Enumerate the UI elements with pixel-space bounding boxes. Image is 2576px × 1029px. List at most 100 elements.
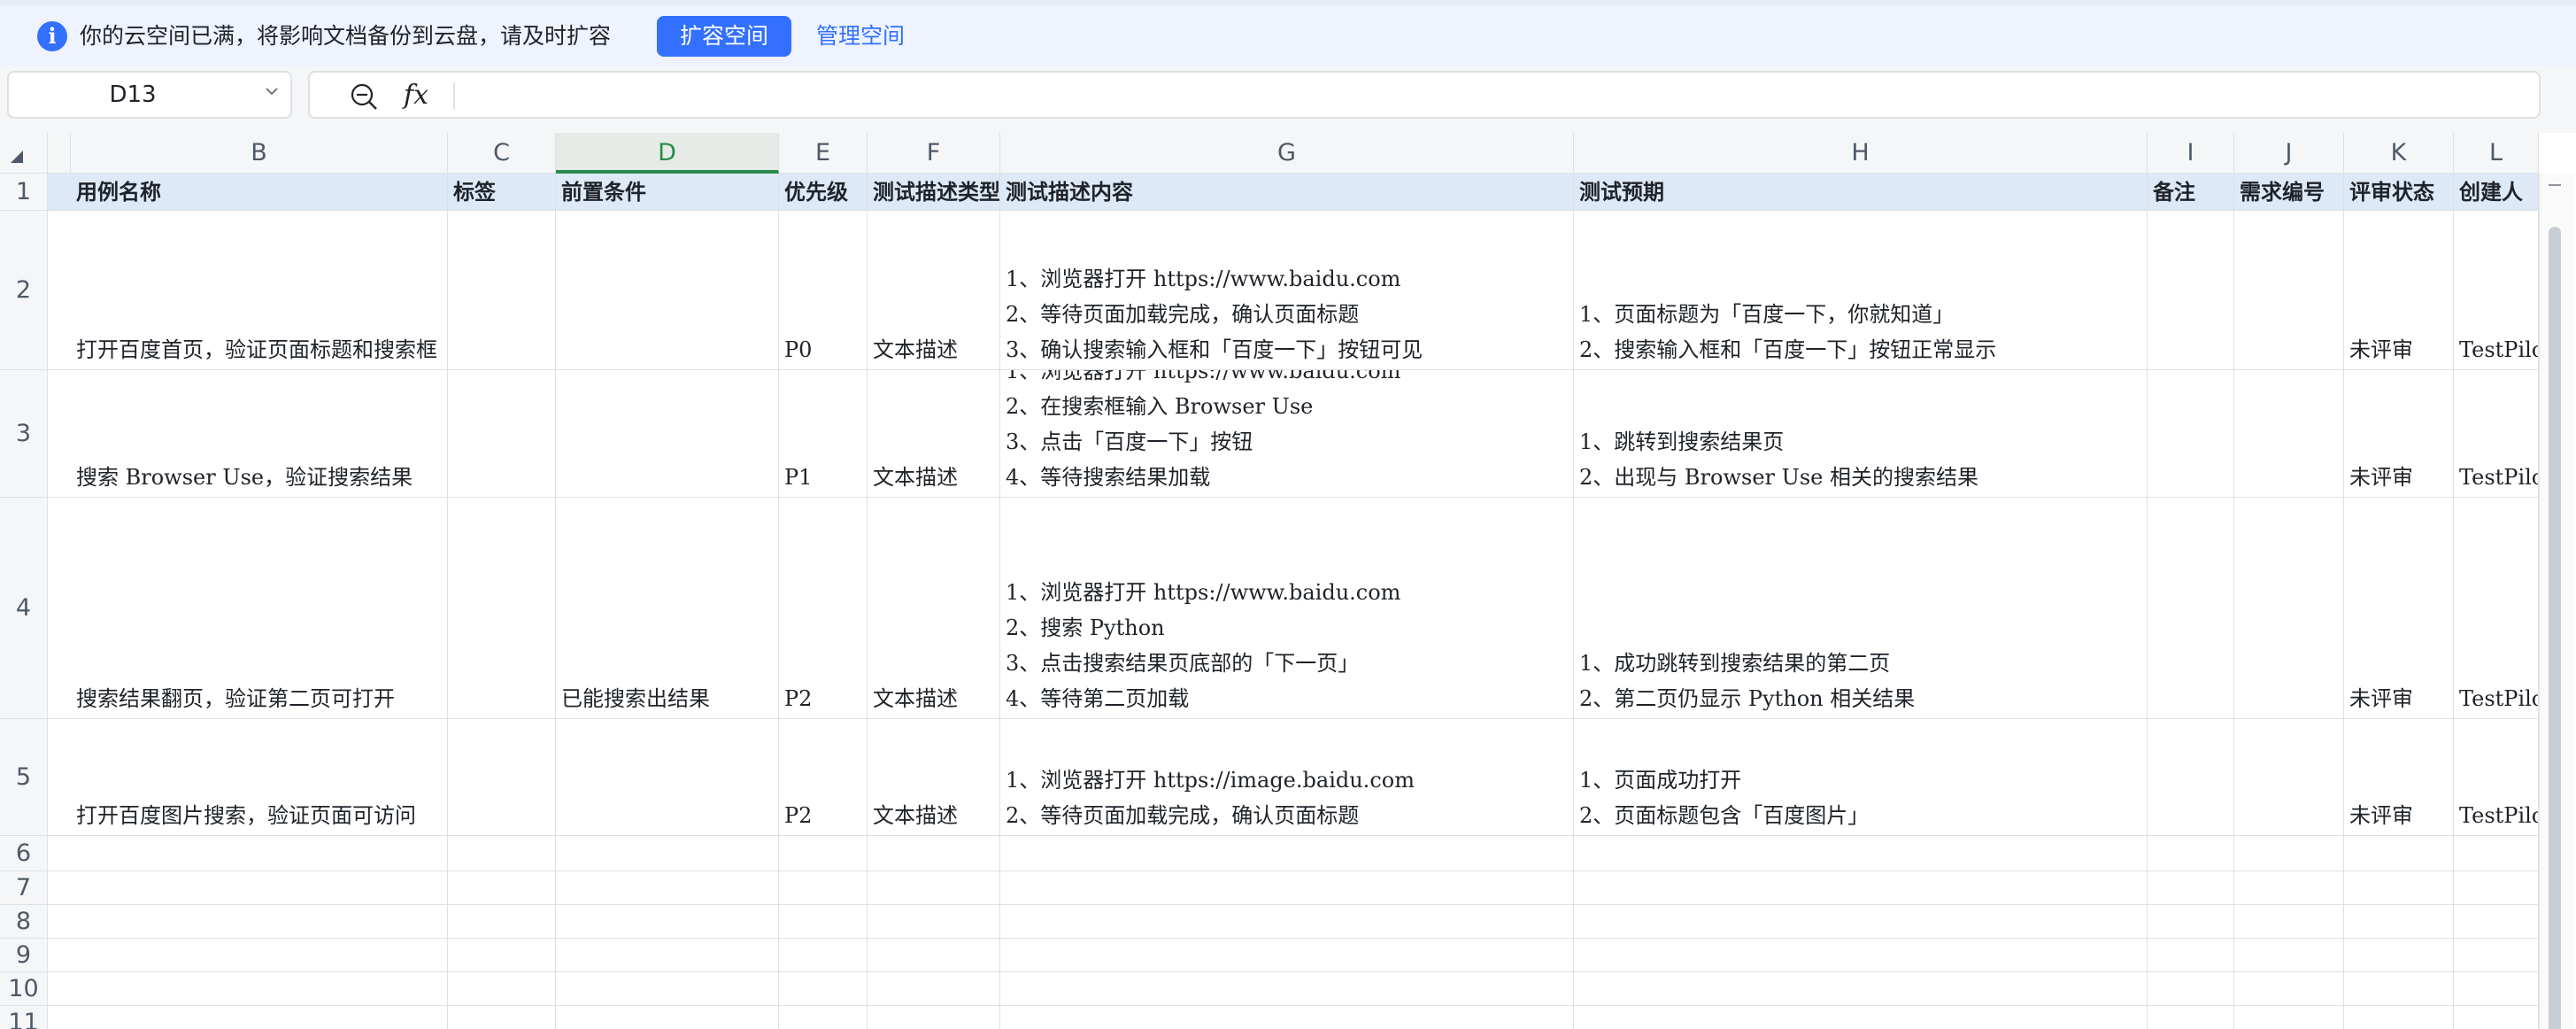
select-all-corner[interactable] <box>0 133 48 174</box>
cell[interactable] <box>448 1006 556 1029</box>
cell[interactable] <box>1000 972 1574 1006</box>
cell[interactable] <box>48 836 448 871</box>
row-header-7[interactable]: 7 <box>0 871 48 905</box>
cell[interactable]: 1、浏览器打开 https://image.baidu.com 2、等待页面加载完… <box>1000 719 1574 836</box>
cell[interactable] <box>2234 836 2344 871</box>
cell[interactable]: 搜索结果翻页，验证第二页可打开 <box>48 498 448 719</box>
cell[interactable] <box>2148 871 2234 905</box>
cell[interactable] <box>2454 905 2539 939</box>
cell[interactable] <box>2148 211 2234 370</box>
cell[interactable] <box>2148 719 2234 836</box>
cell[interactable] <box>556 939 779 972</box>
cell[interactable] <box>1000 1006 1574 1029</box>
header-cell[interactable]: 备注 <box>2148 174 2234 211</box>
cell[interactable] <box>556 972 779 1006</box>
row-header-4[interactable]: 4 <box>0 498 48 719</box>
column-header-c[interactable]: C <box>448 133 556 174</box>
cell[interactable] <box>556 905 779 939</box>
cell[interactable] <box>2234 719 2344 836</box>
row-header-11[interactable]: 11 <box>0 1006 48 1029</box>
cell[interactable] <box>2234 871 2344 905</box>
cell[interactable] <box>2454 939 2539 972</box>
cell[interactable] <box>2454 972 2539 1006</box>
cell[interactable] <box>1574 871 2148 905</box>
cell[interactable] <box>2148 972 2234 1006</box>
scrollbar-thumb[interactable] <box>2549 227 2561 1029</box>
cell[interactable]: 1、浏览器打开 https://www.baidu.com 2、在搜索框输入 Br… <box>1000 370 1574 498</box>
cell[interactable]: TestPilot <box>2454 719 2539 836</box>
cell[interactable]: 未评审 <box>2344 370 2454 498</box>
cell[interactable] <box>2344 1006 2454 1029</box>
cell[interactable] <box>1574 905 2148 939</box>
cell[interactable]: 未评审 <box>2344 719 2454 836</box>
cell[interactable] <box>2344 871 2454 905</box>
cell[interactable]: P1 <box>779 370 868 498</box>
column-header-e[interactable]: E <box>779 133 868 174</box>
cell[interactable] <box>1000 836 1574 871</box>
cell[interactable] <box>448 370 556 498</box>
cell[interactable] <box>868 972 1000 1006</box>
function-icon[interactable]: fx <box>404 78 428 113</box>
cell[interactable] <box>448 498 556 719</box>
cell[interactable] <box>2344 836 2454 871</box>
cell[interactable] <box>2344 972 2454 1006</box>
cell[interactable] <box>48 972 448 1006</box>
header-cell[interactable]: 评审状态 <box>2344 174 2454 211</box>
cell[interactable]: 1、成功跳转到搜索结果的第二页 2、第二页仍显示 Python 相关结果 <box>1574 498 2148 719</box>
cell[interactable] <box>2234 905 2344 939</box>
cell[interactable] <box>1000 905 1574 939</box>
cell[interactable]: 未评审 <box>2344 211 2454 370</box>
header-cell[interactable]: 需求编号 <box>2234 174 2344 211</box>
cell[interactable]: 未评审 <box>2344 498 2454 719</box>
cell[interactable] <box>1574 1006 2148 1029</box>
cell[interactable] <box>48 871 448 905</box>
cell[interactable] <box>556 1006 779 1029</box>
cell[interactable] <box>2234 939 2344 972</box>
cell[interactable] <box>2234 1006 2344 1029</box>
cell[interactable] <box>868 905 1000 939</box>
cell[interactable] <box>448 719 556 836</box>
cell[interactable] <box>556 871 779 905</box>
cell[interactable] <box>2454 836 2539 871</box>
row-header-10[interactable]: 10 <box>0 972 48 1006</box>
column-header-f[interactable]: F <box>868 133 1000 174</box>
cell[interactable]: 1、页面标题为「百度一下，你就知道」 2、搜索输入框和「百度一下」按钮正常显示 <box>1574 211 2148 370</box>
cell[interactable] <box>2148 905 2234 939</box>
cell[interactable] <box>779 972 868 1006</box>
cell[interactable] <box>2148 836 2234 871</box>
cell[interactable] <box>556 370 779 498</box>
cell[interactable] <box>2148 498 2234 719</box>
cell[interactable] <box>2148 939 2234 972</box>
cell[interactable] <box>2234 498 2344 719</box>
header-cell[interactable]: 创建人 <box>2454 174 2539 211</box>
cell[interactable]: 文本描述 <box>868 719 1000 836</box>
cell[interactable] <box>2148 1006 2234 1029</box>
cell[interactable]: 1、浏览器打开 https://www.baidu.com 2、搜索 Python… <box>1000 498 1574 719</box>
cell[interactable]: 已能搜索出结果 <box>556 498 779 719</box>
cell[interactable] <box>1000 871 1574 905</box>
cell[interactable] <box>779 836 868 871</box>
cell[interactable] <box>779 939 868 972</box>
header-cell[interactable]: 测试描述类型 <box>868 174 1000 211</box>
cell[interactable] <box>779 1006 868 1029</box>
cell[interactable]: P2 <box>779 719 868 836</box>
column-header-d[interactable]: D <box>556 133 779 174</box>
cell[interactable] <box>2454 871 2539 905</box>
cell[interactable] <box>2344 939 2454 972</box>
column-header-h[interactable]: H <box>1574 133 2148 174</box>
cell[interactable] <box>2148 370 2234 498</box>
expand-space-button[interactable]: 扩容空间 <box>657 16 791 57</box>
column-header-j[interactable]: J <box>2234 133 2344 174</box>
column-header-i[interactable]: I <box>2148 133 2234 174</box>
cell[interactable]: 打开百度首页，验证页面标题和搜索框 <box>48 211 448 370</box>
cell[interactable] <box>556 211 779 370</box>
cell-reference-box[interactable]: D13 <box>7 71 292 119</box>
cell[interactable] <box>48 939 448 972</box>
manage-space-link[interactable]: 管理空间 <box>816 21 905 51</box>
cell[interactable]: P2 <box>779 498 868 719</box>
cell[interactable] <box>2234 370 2344 498</box>
cell[interactable] <box>2454 1006 2539 1029</box>
header-cell[interactable]: 优先级 <box>779 174 868 211</box>
header-cell[interactable]: 前置条件 <box>556 174 779 211</box>
row-header-3[interactable]: 3 <box>0 370 48 498</box>
